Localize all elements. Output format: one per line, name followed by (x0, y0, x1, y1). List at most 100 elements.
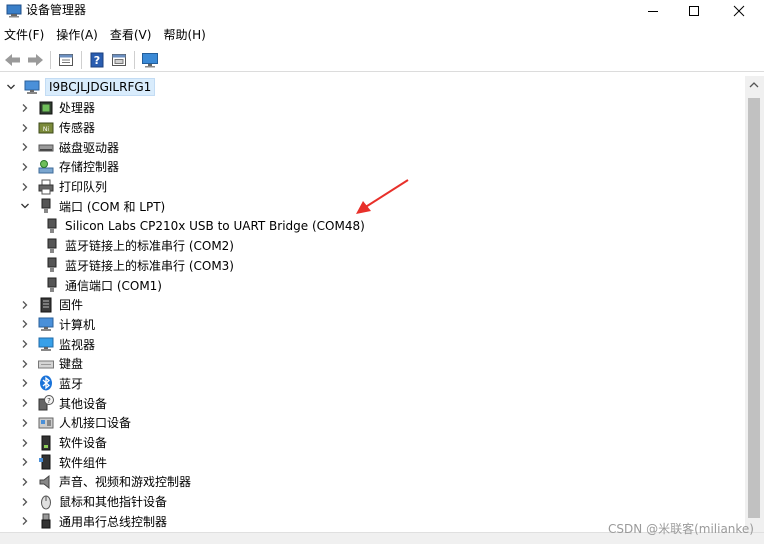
tree-category[interactable]: 蓝牙 (0, 374, 746, 394)
chevron-right-icon[interactable] (18, 101, 32, 115)
scrollbar-thumb[interactable] (748, 98, 760, 518)
computer-icon (38, 316, 54, 332)
tree-category[interactable]: 鼠标和其他指针设备 (0, 492, 746, 512)
chevron-right-icon[interactable] (18, 121, 32, 135)
tree-root-node[interactable]: I9BCJLJDGILRFG1 (0, 76, 746, 98)
tree-category[interactable]: 固件 (0, 295, 746, 315)
minimize-button[interactable] (636, 0, 670, 22)
help-icon[interactable]: ? (86, 49, 108, 71)
title-bar: 设备管理器 (0, 0, 764, 22)
hid-icon (38, 415, 54, 431)
toolbar-separator (81, 50, 82, 69)
chevron-right-icon[interactable] (18, 514, 32, 528)
toolbar-separator (134, 50, 135, 69)
port-icon (38, 198, 54, 214)
monitor-icon (38, 336, 54, 352)
tree-category-label: 端口 (COM 和 LPT) (59, 199, 166, 214)
tree-category-label: 声音、视频和游戏控制器 (59, 475, 192, 490)
tree-category-label: 其他设备 (59, 396, 108, 411)
device-tree: I9BCJLJDGILRFG1 处理器 Ni 传感器磁盘驱动器存储控制器打印队列端口… (0, 76, 746, 536)
chevron-right-icon[interactable] (18, 376, 32, 390)
tree-root-label: I9BCJLJDGILRFG1 (45, 78, 156, 96)
tree-device-item[interactable]: 通信端口 (COM1) (0, 275, 746, 295)
chevron-right-icon[interactable] (18, 317, 32, 331)
tree-device-item[interactable]: 蓝牙链接上的标准串行 (COM2) (0, 236, 746, 256)
chevron-right-icon[interactable] (18, 416, 32, 430)
tree-category-label: 传感器 (59, 121, 96, 136)
usb-icon (38, 513, 54, 529)
tree-category-label: 软件设备 (59, 436, 108, 451)
chevron-right-icon[interactable] (18, 396, 32, 410)
monitor-icon[interactable] (139, 49, 161, 71)
svg-text:Ni: Ni (43, 126, 49, 133)
close-button[interactable] (722, 0, 756, 22)
forward-icon[interactable] (24, 49, 46, 71)
tree-category[interactable]: 存储控制器 (0, 157, 746, 177)
update-driver-icon[interactable] (108, 49, 130, 71)
speaker-icon (38, 474, 54, 490)
chevron-right-icon[interactable] (18, 475, 32, 489)
tree-device-item[interactable]: 蓝牙链接上的标准串行 (COM3) (0, 256, 746, 276)
storage-icon (38, 159, 54, 175)
tree-category-label: 软件组件 (59, 455, 108, 470)
tree-category-label: 固件 (59, 298, 84, 313)
chevron-right-icon[interactable] (18, 140, 32, 154)
printer-icon (38, 179, 54, 195)
chevron-right-icon[interactable] (18, 495, 32, 509)
chevron-right-icon[interactable] (18, 298, 32, 312)
computer-icon (24, 79, 40, 95)
tree-category-label: 打印队列 (59, 180, 108, 195)
menu-view[interactable]: 查看(V) (104, 25, 158, 45)
tree-device-label: 通信端口 (COM1) (65, 278, 162, 293)
tree-category-label: 蓝牙 (59, 376, 84, 391)
tree-device-label: 蓝牙链接上的标准串行 (COM2) (65, 239, 234, 254)
software-component-icon (38, 454, 54, 470)
svg-text:?: ? (47, 397, 51, 405)
chevron-right-icon[interactable] (18, 436, 32, 450)
tree-category-label: 磁盘驱动器 (59, 140, 120, 155)
tree-category[interactable]: 磁盘驱动器 (0, 137, 746, 157)
software-device-icon (38, 435, 54, 451)
tree-category[interactable]: 软件组件 (0, 452, 746, 472)
tree-category-label: 处理器 (59, 101, 96, 116)
tree-category-label: 计算机 (59, 317, 96, 332)
tree-category-label: 存储控制器 (59, 160, 120, 175)
serial-port-icon (44, 257, 60, 273)
chevron-right-icon[interactable] (18, 455, 32, 469)
window-title: 设备管理器 (26, 3, 87, 17)
menu-help[interactable]: 帮助(H) (157, 25, 211, 45)
tree-category[interactable]: Ni 传感器 (0, 118, 746, 138)
chevron-right-icon[interactable] (18, 180, 32, 194)
menu-action[interactable]: 操作(A) (50, 25, 104, 45)
tree-category-label: 鼠标和其他指针设备 (59, 495, 168, 510)
tree-category[interactable]: 键盘 (0, 354, 746, 374)
bluetooth-icon (38, 375, 54, 391)
chevron-down-icon[interactable] (4, 80, 18, 94)
menu-file[interactable]: 文件(F) (0, 25, 50, 45)
tree-category-label: 人机接口设备 (59, 416, 132, 431)
firmware-icon (38, 297, 54, 313)
chevron-down-icon[interactable] (18, 199, 32, 213)
tree-device-item[interactable]: Silicon Labs CP210x USB to UART Bridge (… (0, 216, 746, 236)
tree-category[interactable]: 人机接口设备 (0, 413, 746, 433)
serial-port-icon (44, 218, 60, 234)
tree-category[interactable]: 计算机 (0, 315, 746, 335)
scroll-up-icon[interactable] (749, 78, 759, 92)
tree-category-label: 监视器 (59, 337, 96, 352)
tree-category[interactable]: 处理器 (0, 98, 746, 118)
vertical-scrollbar[interactable] (745, 76, 764, 536)
back-icon[interactable] (2, 49, 24, 71)
tree-category[interactable]: 监视器 (0, 334, 746, 354)
svg-text:?: ? (94, 54, 100, 67)
chevron-right-icon[interactable] (18, 357, 32, 371)
chevron-right-icon[interactable] (18, 337, 32, 351)
serial-port-icon (44, 277, 60, 293)
tree-device-label: Silicon Labs CP210x USB to UART Bridge (… (65, 218, 365, 233)
tree-category[interactable]: 声音、视频和游戏控制器 (0, 472, 746, 492)
mouse-icon (38, 494, 54, 510)
properties-icon[interactable] (55, 49, 77, 71)
chevron-right-icon[interactable] (18, 160, 32, 174)
tree-category[interactable]: 软件设备 (0, 433, 746, 453)
maximize-button[interactable] (677, 0, 711, 22)
tree-category[interactable]: ? 其他设备 (0, 393, 746, 413)
